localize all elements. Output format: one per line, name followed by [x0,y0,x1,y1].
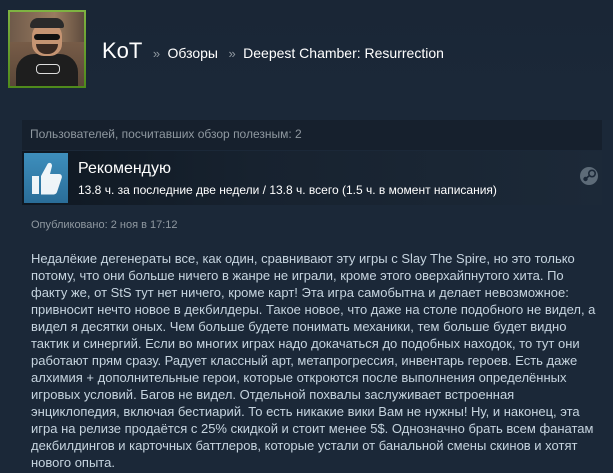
breadcrumb-separator: » [228,46,236,61]
avatar-image [10,12,84,86]
review-body: Недалёкие дегенераты все, как один, срав… [31,251,596,470]
breadcrumb-separator: » [152,46,161,61]
breadcrumb-game-link[interactable]: Deepest Chamber: Resurrection [243,45,444,61]
user-avatar[interactable] [8,10,86,88]
verdict-title[interactable]: Рекомендую [78,160,171,178]
thumbs-up-icon [24,153,68,203]
breadcrumb-reviews-link[interactable]: Обзоры [168,45,219,61]
steam-icon [579,166,599,186]
helpful-count-bar: Пользователей, посчитавших обзор полезны… [22,120,602,150]
helpful-count-text: Пользователей, посчитавших обзор полезны… [30,127,302,141]
review-verdict-panel: Рекомендую 13.8 ч. за последние две неде… [22,151,602,205]
breadcrumb: KoT » Обзоры » Deepest Chamber: Resurrec… [102,38,444,64]
playtime-hours: 13.8 ч. за последние две недели / 13.8 ч… [78,183,497,197]
posted-date: Опубликовано: 2 ноя в 17:12 [31,219,178,231]
username-link[interactable]: KoT [102,38,142,63]
profile-header: KoT » Обзоры » Deepest Chamber: Resurrec… [0,0,613,98]
